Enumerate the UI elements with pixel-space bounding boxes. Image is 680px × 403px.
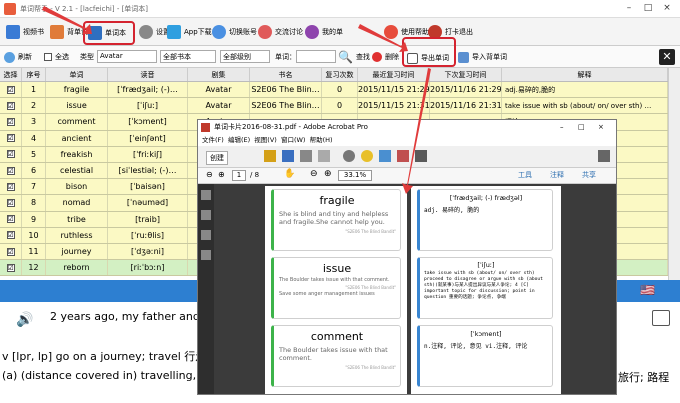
arrow-to-wordbook	[42, 6, 92, 34]
annotation-arrows	[42, 6, 431, 194]
arrow-to-pdf	[402, 68, 431, 194]
arrow-to-export	[358, 24, 408, 52]
